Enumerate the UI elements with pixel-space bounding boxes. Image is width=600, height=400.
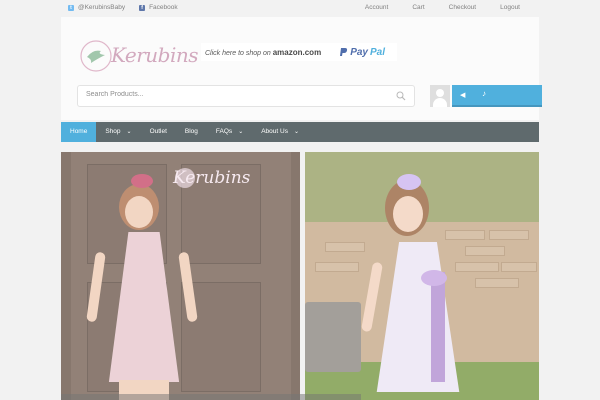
nav-label-shop: Shop: [105, 128, 121, 135]
nav-item-faqs[interactable]: FAQs ⌄: [207, 122, 252, 142]
brick: [455, 262, 499, 272]
user-widget: ◀ ♪: [430, 85, 542, 107]
twitter-icon: t: [68, 4, 74, 11]
nav-label-home: Home: [70, 128, 88, 135]
paypal-text-a: Pay: [350, 46, 368, 58]
hair-bow: [397, 174, 421, 190]
chevron-down-icon: ⌄: [238, 129, 244, 135]
hero-logo-text: Kerubins: [173, 168, 251, 188]
account-links: Account Cart Checkout Logout: [353, 4, 532, 11]
avatar-body: [433, 98, 447, 107]
brick: [315, 262, 359, 272]
paypal-logo: Pay Pal: [339, 47, 385, 58]
amazon-ad: Click here to shop on amazon.com: [205, 48, 321, 57]
dress-bow: [421, 270, 447, 286]
hero-image-left[interactable]: Kerubins: [61, 152, 300, 400]
hair-bow: [131, 174, 153, 188]
chevron-down-icon: ⌄: [293, 129, 299, 135]
nav-item-outlet[interactable]: Outlet: [141, 122, 176, 142]
logo-text: Kerubins: [111, 43, 199, 67]
paypal-icon: [340, 48, 348, 56]
nav-item-about-us[interactable]: About Us ⌄: [252, 122, 308, 142]
facebook-link[interactable]: f Facebook: [139, 4, 178, 11]
nav-label-faqs: FAQs: [215, 128, 233, 135]
amazon-brand: amazon.com: [272, 47, 322, 57]
top-bar: t @KerubinsBaby f Facebook Account Cart …: [0, 0, 600, 16]
product-search: [77, 85, 415, 107]
brick: [501, 262, 537, 272]
social-links: t @KerubinsBaby f Facebook: [68, 4, 178, 11]
brick: [445, 230, 485, 240]
brick: [489, 230, 529, 240]
stone-planter: [305, 302, 361, 372]
nav-item-home[interactable]: Home: [61, 122, 97, 142]
girl-face: [393, 196, 423, 232]
facebook-icon: f: [139, 4, 146, 11]
nav-item-blog[interactable]: Blog: [176, 122, 207, 142]
hero-image-right[interactable]: [305, 152, 539, 400]
twitter-handle: @KerubinsBaby: [78, 4, 126, 11]
checkout-link[interactable]: Checkout: [437, 4, 488, 11]
facebook-label: Facebook: [149, 4, 178, 11]
nav-label-blog: Blog: [184, 128, 198, 135]
user-action-bar: ◀ ♪: [452, 85, 542, 105]
nav-item-shop[interactable]: Shop ⌄: [96, 122, 140, 142]
brick: [465, 246, 505, 256]
volume-icon[interactable]: ◀: [460, 91, 465, 99]
slider-caption-bar: [61, 394, 361, 400]
brick: [475, 278, 519, 288]
cart-link[interactable]: Cart: [400, 4, 436, 11]
twitter-link[interactable]: t @KerubinsBaby: [68, 4, 125, 11]
user-settings-icon[interactable]: ♪: [482, 89, 486, 98]
amazon-paypal-banner[interactable]: Click here to shop on amazon.com Pay Pal: [201, 43, 397, 61]
site-logo[interactable]: Kerubins: [79, 37, 199, 77]
search-icon[interactable]: [396, 91, 406, 101]
chevron-down-icon: ⌄: [126, 129, 132, 135]
brick: [325, 242, 365, 252]
search-input[interactable]: [86, 91, 386, 98]
nav-label-about-us: About Us: [261, 128, 288, 135]
avatar[interactable]: [430, 85, 450, 107]
account-link[interactable]: Account: [353, 4, 401, 11]
logout-link[interactable]: Logout: [488, 4, 532, 11]
main-nav: Home Shop ⌄ Outlet Blog FAQs ⌄ About Us …: [61, 122, 539, 142]
dress-ribbon: [431, 272, 445, 382]
amazon-ad-text: Click here to shop on: [205, 49, 271, 57]
dove-logo-icon: [80, 40, 112, 72]
nav-label-outlet: Outlet: [149, 128, 167, 135]
paypal-text-b: Pal: [369, 46, 385, 58]
girl-face: [125, 196, 153, 228]
avatar-head: [436, 89, 444, 97]
